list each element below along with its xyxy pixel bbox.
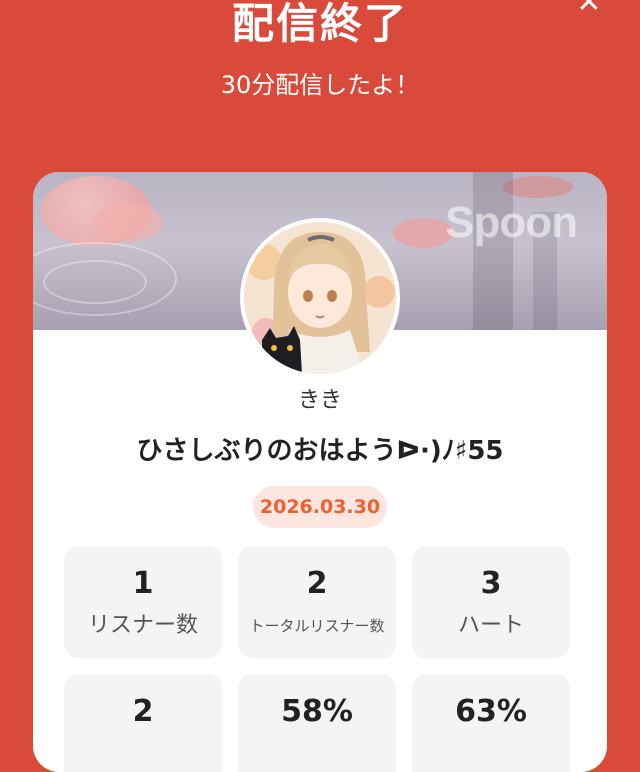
avatar-illustration [244,222,396,374]
username: きき [297,388,342,413]
page-title: 配信終了 [231,0,408,48]
spoon-logo: Spoon [445,198,578,247]
close-icon: ✕ [576,0,602,20]
stat-value: 58% [281,694,353,729]
stat-listeners: 1 リスナー数 [64,546,222,658]
stat-label: リスナー数 [87,613,198,638]
date-badge: 2026.03.30 [253,486,387,528]
stat-total-listeners: 2 トータルリスナー数 [238,546,396,658]
stat-value: 1 [132,566,154,601]
stat-label: ハート [457,613,524,638]
stat-value: 2 [306,566,328,601]
stat-label: トータルリスナー数 [249,617,385,635]
stream-title: ひさしぶりのおはようᐅ·)ﾉ♯55 [136,436,504,466]
stat-6: 63% [412,674,570,772]
summary-card: Spoon きき ひさしぶりのおはようᐅ·)ﾉ♯55 2026.03.30 1 … [33,172,607,772]
stat-value: 63% [455,694,527,729]
page-subtitle: 30分配信したよ！ [220,71,420,99]
stat-4: 2 [64,674,222,772]
stat-hearts: 3 ハート [412,546,570,658]
stat-value: 3 [480,566,502,601]
avatar[interactable] [240,218,400,378]
stat-value: 2 [132,694,154,729]
stat-5: 58% [238,674,396,772]
close-button[interactable]: ✕ [574,0,604,18]
